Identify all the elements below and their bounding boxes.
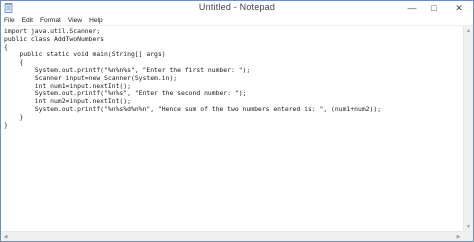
scroll-left-icon[interactable]: ◀: [1, 232, 10, 241]
close-icon: ✕: [455, 2, 463, 13]
text-editor[interactable]: import java.util.Scanner; public class A…: [1, 26, 463, 231]
menu-format[interactable]: Format: [40, 17, 61, 24]
vertical-scrollbar[interactable]: ▲ ▼: [463, 26, 473, 231]
menu-help[interactable]: Help: [89, 17, 103, 24]
minimize-button[interactable]: —: [401, 1, 423, 15]
horizontal-scrollbar[interactable]: ◀ ▶: [1, 231, 463, 241]
scrollbar-corner: [463, 231, 473, 241]
title-bar[interactable]: Untitled - Notepad — □ ✕: [1, 1, 473, 15]
scroll-down-icon[interactable]: ▼: [464, 222, 473, 231]
menu-file[interactable]: File: [4, 17, 15, 24]
maximize-button[interactable]: □: [423, 1, 445, 15]
close-button[interactable]: ✕: [445, 1, 473, 15]
scroll-right-icon[interactable]: ▶: [454, 232, 463, 241]
menu-edit[interactable]: Edit: [22, 17, 33, 24]
menu-view[interactable]: View: [68, 17, 82, 24]
scroll-up-icon[interactable]: ▲: [464, 26, 473, 35]
editor-content[interactable]: import java.util.Scanner; public class A…: [1, 26, 463, 129]
minimize-icon: —: [407, 3, 417, 13]
maximize-icon: □: [431, 3, 437, 13]
menu-bar: File Edit Format View Help: [1, 15, 473, 26]
notepad-window: Untitled - Notepad — □ ✕ File Edit Forma…: [0, 0, 474, 242]
